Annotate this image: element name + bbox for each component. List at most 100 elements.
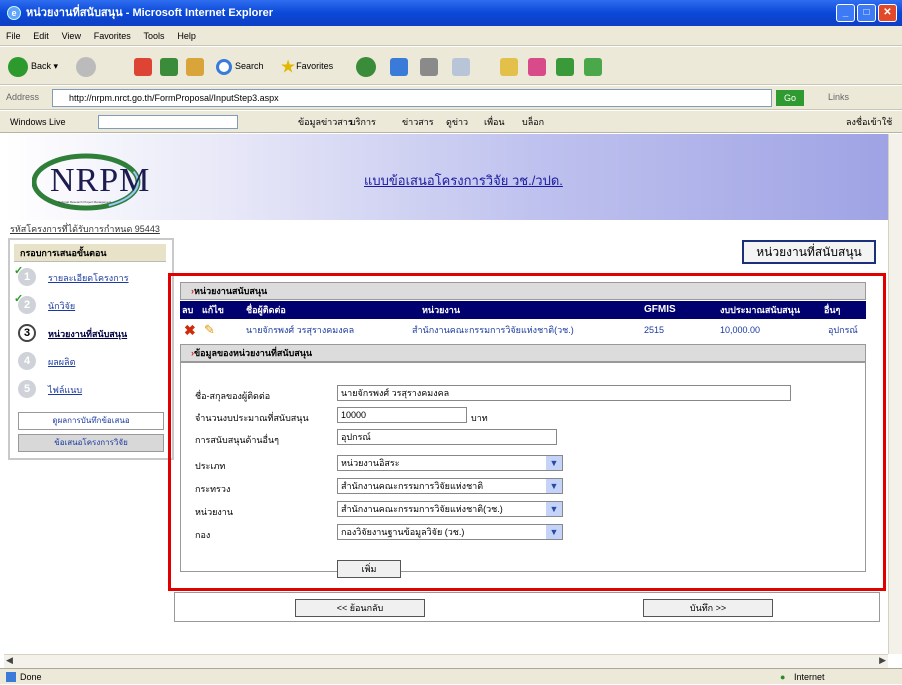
maximize-button[interactable]: □ [857,4,876,22]
live-link-2[interactable]: บริการ [350,111,376,133]
back-arrow-icon [8,56,28,77]
page-status-icon [6,672,16,682]
step-label-2[interactable]: นักวิจัย [48,299,75,313]
scroll-left-icon[interactable]: ◀ [6,655,13,666]
step-label-3[interactable]: หน่วยงานที่สนับสนุน [48,327,127,341]
search-button[interactable]: Search [216,55,264,77]
step-label-1[interactable]: รายละเอียดโครงการ [48,271,129,285]
search-label: Search [235,61,264,71]
proposal-form-link[interactable]: แบบข้อเสนอโครงการวิจัย วช./วปด. [364,170,563,191]
step-4[interactable]: 4 ผลผลิต [14,350,166,374]
step-number-4: 4 [18,352,36,370]
step-3[interactable]: 3 หน่วยงานที่สนับสนุน [14,322,166,346]
project-code: รหัสโครงการที่ได้รับการกำหนด 95443 [10,224,160,234]
home-icon [186,57,204,76]
messenger-icon [556,57,574,76]
step-number-2: 2 [18,296,36,314]
page-viewport: NRPM National Research Project Managemen… [4,134,888,654]
live-search-input[interactable] [98,115,238,129]
internet-globe-icon: ● [780,672,786,682]
live-link-6[interactable]: บล็อก [522,111,544,133]
windows-live-label[interactable]: Windows Live [10,111,66,133]
back-button[interactable]: Back ▾ [8,55,58,77]
menu-file[interactable]: File [6,31,21,41]
print-button[interactable] [420,55,441,77]
back-label: Back [31,61,52,71]
vertical-scrollbar[interactable] [888,134,902,654]
links-bar: Windows Live ข้อมูลข่าวสาร บริการ ข่าวสา… [0,111,902,133]
star-icon: ★ [280,56,297,77]
address-input[interactable]: http://nrpm.nrct.go.th/FormProposal/Inpu… [52,89,772,107]
home-button[interactable] [186,55,207,77]
stop-button[interactable] [134,55,155,77]
live-link-4[interactable]: ดูข่าว [446,111,468,133]
menu-tools[interactable]: Tools [144,31,165,41]
address-label: Address [6,92,40,102]
ie-icon: e [7,6,21,20]
save-next-button[interactable]: บันทึก >> [643,599,773,617]
edit-button[interactable] [452,55,473,77]
menu-help[interactable]: Help [177,31,196,41]
nrpm-logo: NRPM National Research Project Managemen… [31,152,172,212]
discuss-icon [584,57,602,76]
menu-favorites[interactable]: Favorites [94,31,131,41]
favorites-label: Favorites [296,61,334,71]
menu-edit[interactable]: Edit [33,31,49,41]
minimize-button[interactable]: _ [836,4,855,22]
history-button[interactable] [356,55,379,77]
address-url: http://nrpm.nrct.go.th/FormProposal/Inpu… [69,93,279,103]
menu-view[interactable]: View [62,31,81,41]
steps-sidebar: กรอบการเสนอขั้นตอน ✓ 1 รายละเอียดโครงการ… [8,238,174,460]
highlight-box [168,273,886,591]
forward-button[interactable] [76,55,99,77]
research-icon [528,57,546,76]
step-number-1: 1 [18,268,36,286]
edit-page-icon [452,57,470,76]
print-icon [420,57,438,76]
folder-icon [500,57,518,76]
refresh-icon [160,57,178,76]
live-link-1[interactable]: ข้อมูลข่าวสาร [298,111,353,133]
steps-header: กรอบการเสนอขั้นตอน [14,244,166,262]
stop-icon [134,57,152,76]
step-number-3: 3 [18,324,36,342]
sponsor-agency-button[interactable]: หน่วยงานที่สนับสนุน [742,240,876,264]
live-link-5[interactable]: เพื่อน [484,111,505,133]
window-title: หน่วยงานที่สนับสนุน - Microsoft Internet… [26,7,274,19]
scroll-right-icon[interactable]: ▶ [879,655,886,666]
live-link-3[interactable]: ข่าวสาร [402,111,434,133]
forward-arrow-icon [76,56,96,77]
zone-text: Internet [794,672,825,682]
search-icon [216,58,232,75]
step-label-5[interactable]: ไฟล์แนบ [48,383,82,397]
step-1[interactable]: ✓ 1 รายละเอียดโครงการ [14,265,166,290]
go-button[interactable]: Go [776,90,804,106]
favorites-button[interactable]: ★Favorites [280,55,333,77]
proposal-list-button[interactable]: ข้อเสนอโครงการวิจัย [18,434,164,452]
history-icon [356,56,376,77]
research-button[interactable] [528,55,549,77]
step-2[interactable]: ✓ 2 นักวิจัย [14,293,166,318]
mail-button[interactable] [390,55,411,77]
step-5[interactable]: 5 ไฟล์แนบ [14,378,166,402]
status-bar: Done ● Internet [0,668,902,684]
step-label-4[interactable]: ผลผลิต [48,355,75,369]
folder-button[interactable] [500,55,521,77]
discuss-button[interactable] [584,55,605,77]
address-bar: Address http://nrpm.nrct.go.th/FormPropo… [0,86,902,110]
menu-bar: File Edit View Favorites Tools Help [0,26,902,46]
close-button[interactable]: ✕ [878,4,897,22]
view-saved-proposal-button[interactable]: ดูผลการบันทึกข้อเสนอ [18,412,164,430]
back-step-button[interactable]: << ย้อนกลับ [295,599,425,617]
horizontal-scrollbar[interactable]: ◀ ▶ [4,654,888,668]
step-number-5: 5 [18,380,36,398]
mail-icon [390,57,408,76]
bottom-nav: << ย้อนกลับ บันทึก >> [174,592,880,622]
refresh-button[interactable] [160,55,181,77]
messenger-button[interactable] [556,55,577,77]
logo-subtitle: National Research Project Management [58,200,112,204]
go-label: Go [783,93,796,103]
links-label[interactable]: Links [828,92,849,102]
window-titlebar: e หน่วยงานที่สนับสนุน - Microsoft Intern… [0,0,902,26]
sign-in-link[interactable]: ลงชื่อเข้าใช้ [846,111,892,133]
